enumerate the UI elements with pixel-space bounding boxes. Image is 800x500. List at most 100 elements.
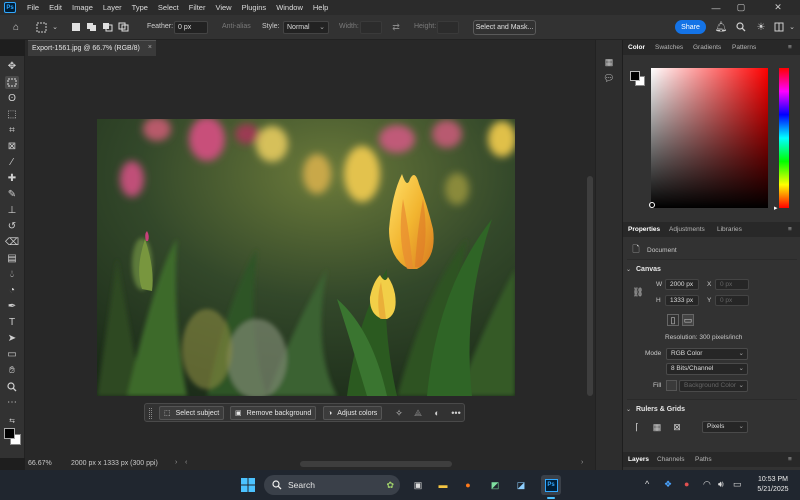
menu-file[interactable]: File: [22, 0, 44, 15]
crop-tool-icon[interactable]: ⌗: [5, 124, 19, 137]
mode-select[interactable]: RGB Color ⌄: [666, 348, 748, 360]
windows-start-icon[interactable]: [238, 475, 258, 495]
link-icon[interactable]: ⛓: [632, 286, 644, 298]
drag-handle-icon[interactable]: [149, 408, 152, 419]
firefox-icon[interactable]: ●: [458, 475, 478, 495]
eraser-tool-icon[interactable]: ⌫: [5, 236, 19, 249]
app-icon[interactable]: ◪: [511, 475, 531, 495]
zoom-level[interactable]: 66.67%: [28, 460, 52, 467]
lightbulb-icon[interactable]: ☀: [754, 20, 768, 34]
landscape-orientation-icon[interactable]: ▭: [682, 314, 694, 326]
panel-menu-icon[interactable]: ≡: [783, 40, 797, 55]
bit-depth-select[interactable]: 8 Bits/Channel ⌄: [666, 363, 748, 375]
foreground-color-swatch[interactable]: [4, 428, 15, 439]
tab-properties[interactable]: Properties: [623, 222, 665, 237]
hue-slider[interactable]: [779, 68, 789, 208]
swap-dimensions-icon[interactable]: ⇄: [389, 20, 403, 34]
type-tool-icon[interactable]: T: [5, 316, 19, 329]
rectangle-tool-icon[interactable]: ▭: [5, 348, 19, 361]
menu-filter[interactable]: Filter: [184, 0, 211, 15]
home-icon[interactable]: ⌂: [9, 20, 23, 34]
adjust-colors-button[interactable]: ◑ Adjust colors: [323, 406, 383, 420]
dropbox-icon[interactable]: ❖: [664, 479, 672, 490]
pen-tool-icon[interactable]: ✒: [5, 300, 19, 313]
blur-tool-icon[interactable]: 💧︎: [5, 268, 19, 281]
taskbar-clock[interactable]: 10:53 PM 5/21/2025: [748, 475, 798, 495]
lasso-tool-icon[interactable]: ʘ: [5, 92, 19, 105]
color-picker-marker[interactable]: [649, 202, 655, 208]
portrait-orientation-icon[interactable]: ▯: [667, 314, 679, 326]
tab-adjustments[interactable]: Adjustments: [664, 222, 710, 237]
tab-color[interactable]: Color: [623, 40, 650, 55]
canvas-y-input[interactable]: 0 px: [715, 295, 749, 306]
workspace-icon[interactable]: [772, 20, 786, 34]
antialias-checkbox[interactable]: Anti-alias: [222, 23, 251, 30]
grid-icon[interactable]: ▦: [651, 421, 663, 433]
canvas-height-input[interactable]: 1333 px: [665, 295, 699, 306]
tab-layers[interactable]: Layers: [623, 452, 654, 467]
vertical-scrollbar[interactable]: [585, 56, 595, 458]
rect-marquee-preset-icon[interactable]: [34, 20, 48, 34]
canvas-width-input[interactable]: 2000 px: [665, 279, 699, 290]
battery-icon[interactable]: ▭: [733, 479, 742, 490]
width-input[interactable]: [360, 21, 382, 34]
scroll-left-icon[interactable]: ‹: [185, 459, 187, 466]
move-tool-icon[interactable]: ✥: [5, 60, 19, 73]
remove-background-button[interactable]: ▣ Remove background: [230, 406, 317, 420]
select-and-mask-button[interactable]: Select and Mask...: [473, 20, 536, 35]
tab-patterns[interactable]: Patterns: [727, 40, 761, 55]
object-selection-tool-icon[interactable]: ⬚: [5, 108, 19, 121]
tab-gradients[interactable]: Gradients: [688, 40, 726, 55]
volume-icon[interactable]: 🔊︎: [718, 479, 724, 490]
add-selection-icon[interactable]: [85, 20, 99, 34]
dodge-tool-icon[interactable]: ◔: [5, 284, 19, 297]
bell-icon[interactable]: 🔔︎: [714, 20, 728, 34]
menu-plugins[interactable]: Plugins: [237, 0, 272, 15]
canvas-section-title[interactable]: Canvas: [636, 266, 661, 273]
units-select[interactable]: Pixels ⌄: [702, 421, 748, 433]
rulers-grids-section-title[interactable]: Rulers & Grids: [636, 406, 685, 413]
vertical-scroll-thumb[interactable]: [587, 176, 593, 396]
rect-marquee-tool-icon[interactable]: [5, 76, 19, 89]
ruler-icon[interactable]: ⌈: [631, 421, 643, 433]
guides-icon[interactable]: ⊠: [671, 421, 683, 433]
healing-brush-tool-icon[interactable]: ✚: [5, 172, 19, 185]
scroll-right-icon[interactable]: ›: [581, 459, 583, 466]
menu-view[interactable]: View: [210, 0, 236, 15]
maximize-icon[interactable]: ▢: [729, 0, 753, 15]
subtract-selection-icon[interactable]: [101, 20, 115, 34]
canvas-x-input[interactable]: 0 px: [715, 279, 749, 290]
minimize-icon[interactable]: —: [704, 0, 728, 15]
panel-menu-icon[interactable]: ≡: [783, 452, 797, 467]
new-selection-icon[interactable]: [69, 20, 83, 34]
chevron-down-icon[interactable]: ⌄: [626, 406, 631, 413]
horizontal-scroll-thumb[interactable]: [300, 461, 452, 467]
tab-libraries[interactable]: Libraries: [712, 222, 747, 237]
intersect-selection-icon[interactable]: [117, 20, 131, 34]
panel-menu-icon[interactable]: ≡: [783, 222, 797, 237]
menu-edit[interactable]: Edit: [44, 0, 67, 15]
file-explorer-icon[interactable]: ▬: [433, 475, 453, 495]
more-options-icon[interactable]: •••: [450, 407, 462, 419]
style-select[interactable]: Normal ⌄: [283, 21, 329, 34]
frame-tool-icon[interactable]: ⊠: [5, 140, 19, 153]
chevron-up-icon[interactable]: ^: [645, 479, 649, 489]
select-subject-button[interactable]: ⬚ Select subject: [159, 406, 225, 420]
menu-layer[interactable]: Layer: [98, 0, 127, 15]
menu-select[interactable]: Select: [153, 0, 184, 15]
path-selection-tool-icon[interactable]: ➤: [5, 332, 19, 345]
mask-icon[interactable]: ◐: [431, 407, 443, 419]
brush-tool-icon[interactable]: ✎: [5, 188, 19, 201]
clone-stamp-tool-icon[interactable]: ⊥: [5, 204, 19, 217]
generative-fill-icon[interactable]: ✧: [393, 407, 405, 419]
expand-status-icon[interactable]: ›: [175, 459, 177, 466]
document-image[interactable]: [97, 119, 515, 396]
history-panel-icon[interactable]: ▦: [603, 56, 615, 68]
zoom-tool-icon[interactable]: [5, 380, 19, 393]
chevron-down-icon[interactable]: ⌄: [626, 266, 631, 273]
hue-slider-handle[interactable]: ▸: [774, 204, 778, 212]
hand-tool-icon[interactable]: ✋︎: [5, 364, 19, 377]
share-button[interactable]: Share: [675, 20, 706, 34]
search-icon[interactable]: [734, 20, 748, 34]
transform-icon[interactable]: ⟁: [412, 407, 424, 419]
